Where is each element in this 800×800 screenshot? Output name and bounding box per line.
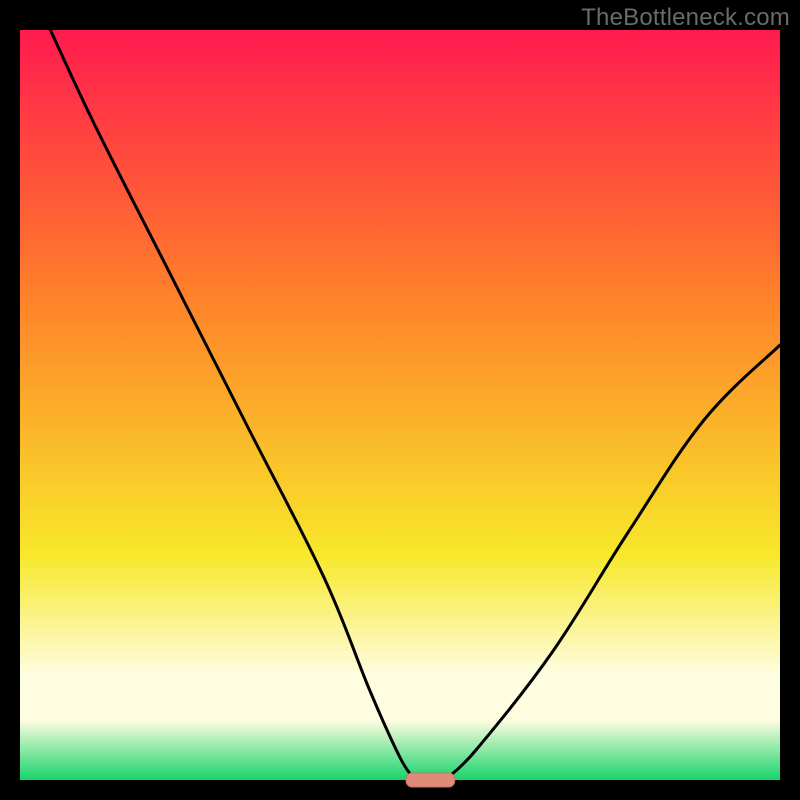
optimum-marker xyxy=(406,773,455,787)
plot-background xyxy=(20,30,780,780)
chart-frame: TheBottleneck.com xyxy=(0,0,800,800)
bottleneck-chart xyxy=(0,0,800,800)
